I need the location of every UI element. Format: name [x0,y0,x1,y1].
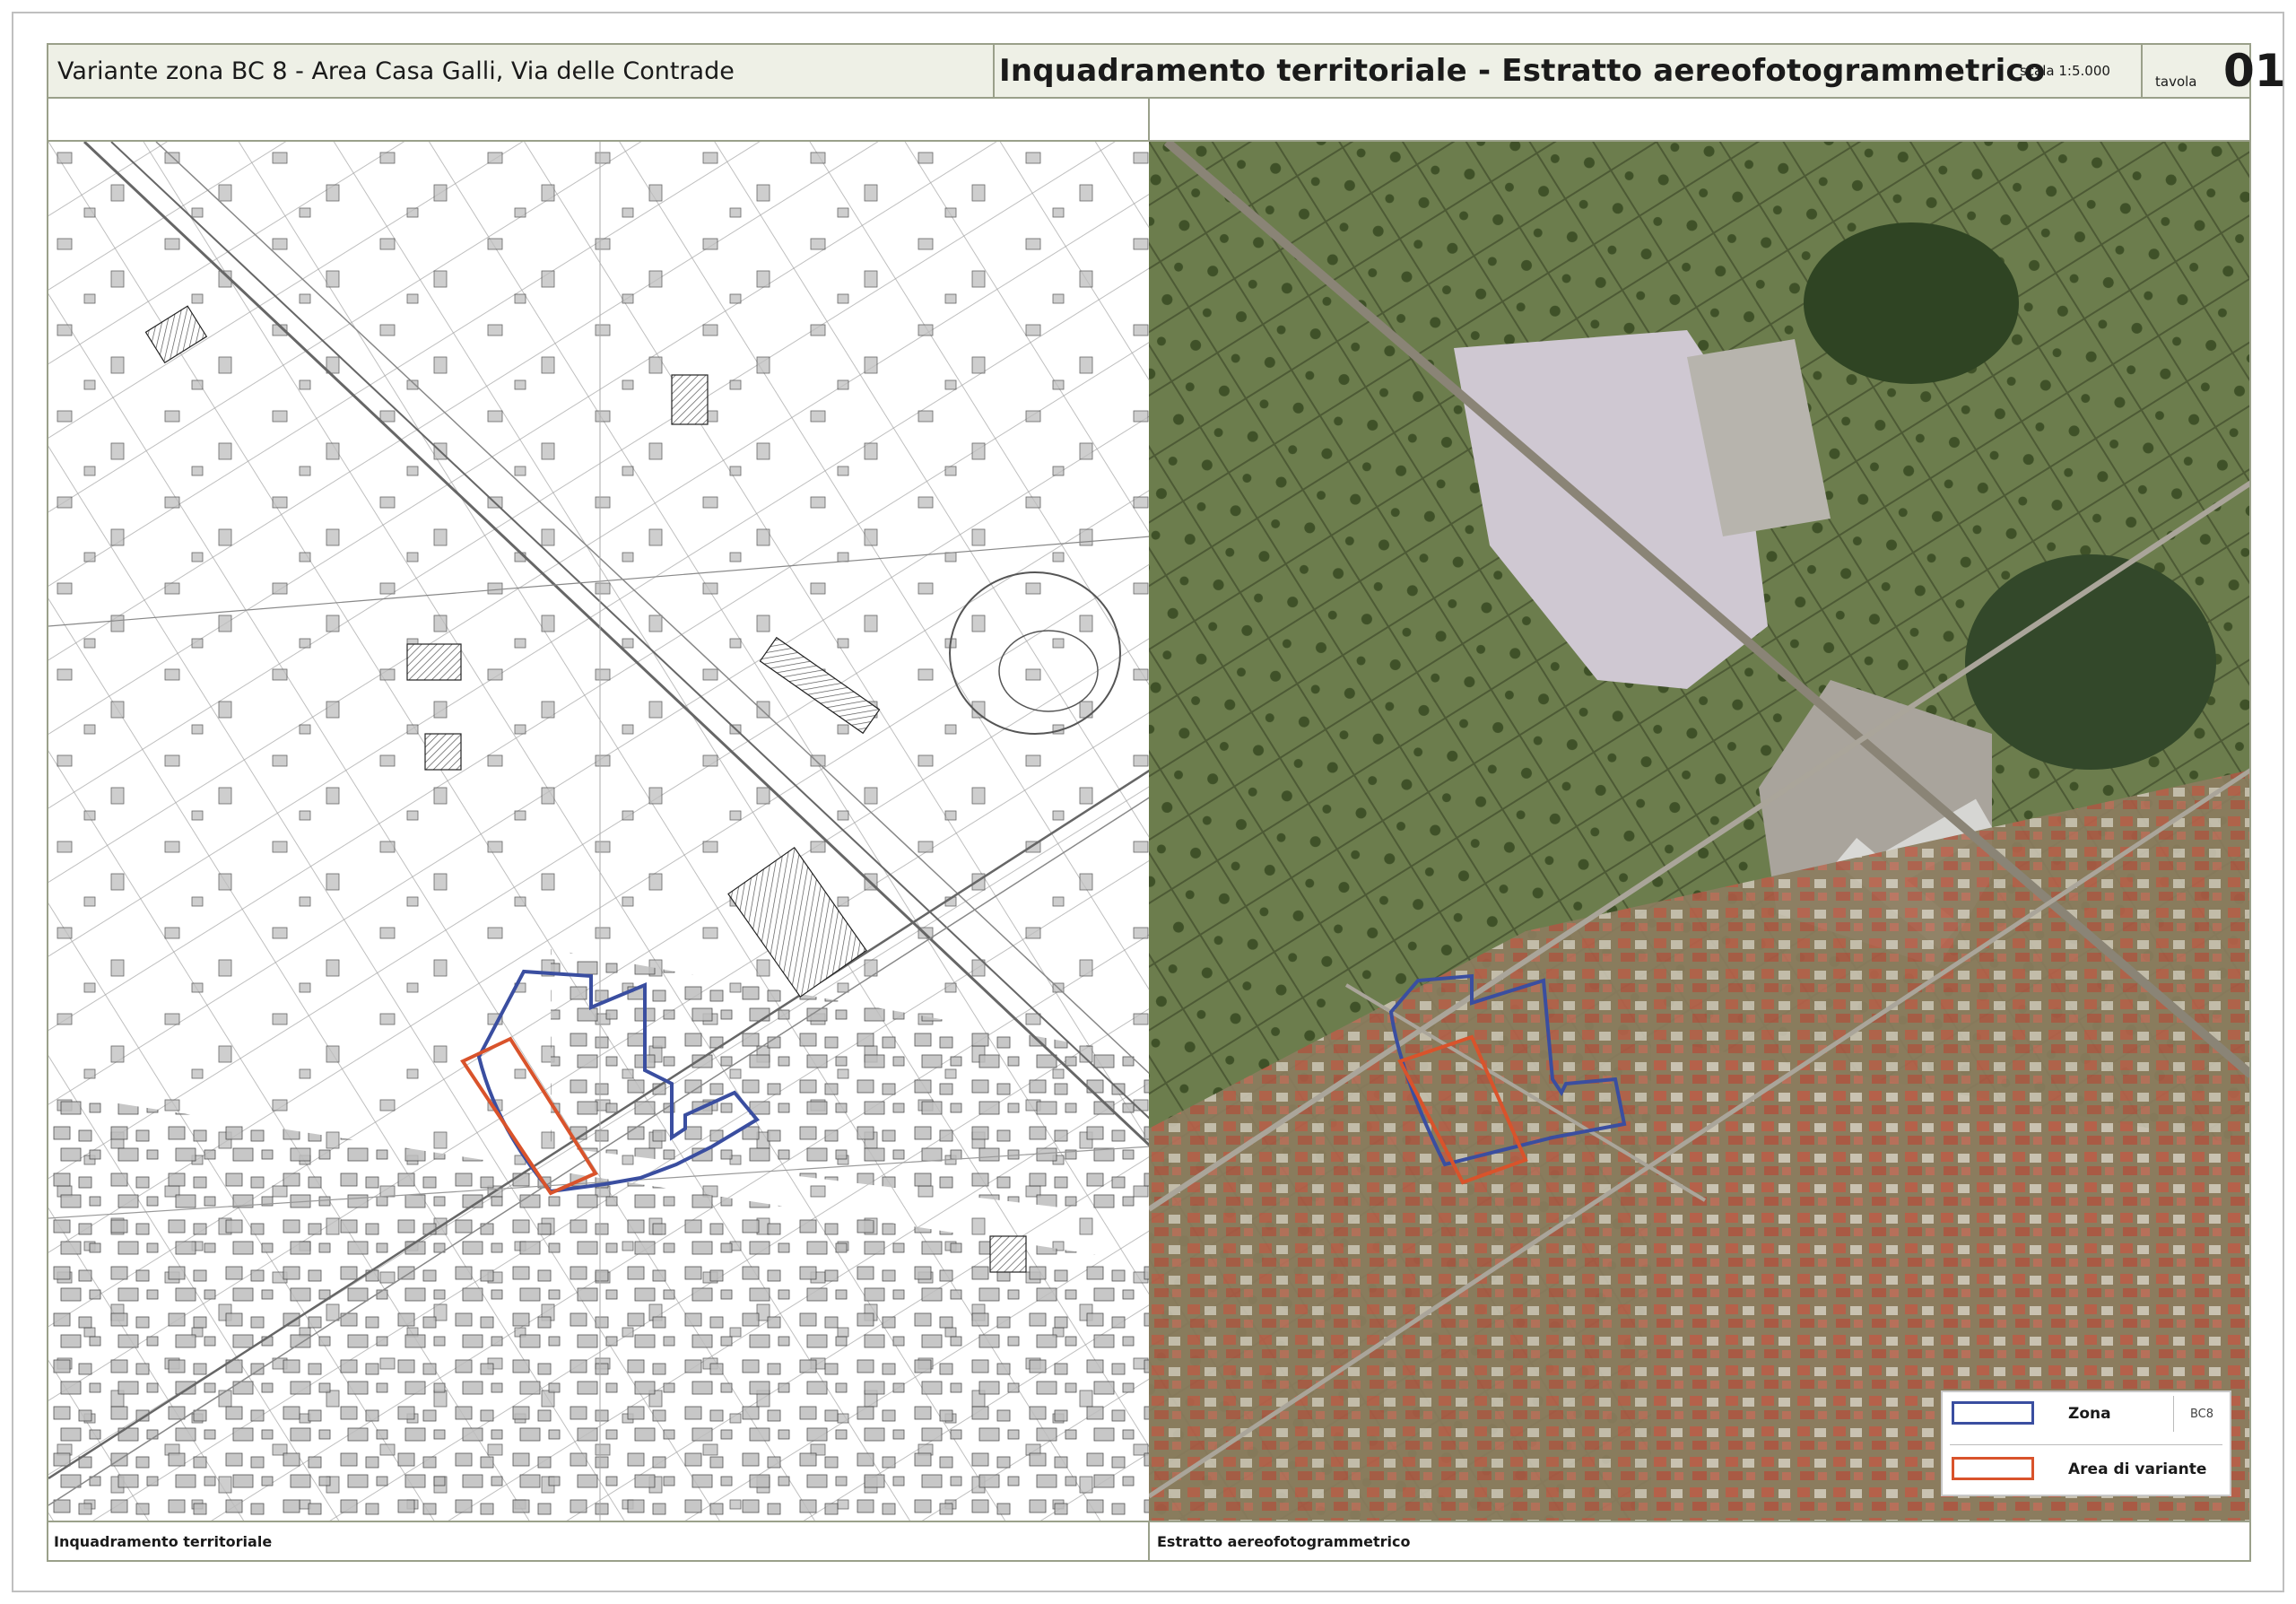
caption-divider [1148,1522,1150,1560]
legend-code: BC8 [2173,1396,2230,1432]
legend-label: Area di variante [2068,1460,2207,1478]
header-spacer-band [47,99,2251,142]
caption-bar: Inquadramento territoriale Estratto aere… [47,1521,2251,1562]
scale-divider [2141,45,2143,97]
aerial-photo-panel [1149,142,2251,1521]
legend: Zona BC8 Area di variante [1941,1390,2231,1496]
legend-item-variante: Area di variante [1943,1448,2230,1493]
cadastral-map [48,142,1149,1521]
legend-item-zona: Zona BC8 [1943,1392,2230,1437]
zona-swatch [1952,1401,2034,1425]
tavola-number: 01 [2223,45,2286,97]
aerial-photo [1149,142,2249,1521]
variante-swatch [1952,1457,2034,1480]
legend-label: Zona [2068,1405,2111,1423]
legend-divider [1950,1444,2222,1445]
title-block: Variante zona BC 8 - Area Casa Galli, Vi… [47,43,2286,99]
right-caption: Estratto aereofotogrammetrico [1157,1533,1411,1550]
cadastral-map-panel [47,142,1149,1521]
project-title: Variante zona BC 8 - Area Casa Galli, Vi… [57,57,735,85]
scale-label: scala 1:5.000 [2020,63,2110,79]
band-divider [1148,99,1150,140]
left-caption: Inquadramento territoriale [54,1533,273,1550]
sheet-title: Inquadramento territoriale - Estratto ae… [999,53,2046,89]
title-divider [993,45,995,97]
